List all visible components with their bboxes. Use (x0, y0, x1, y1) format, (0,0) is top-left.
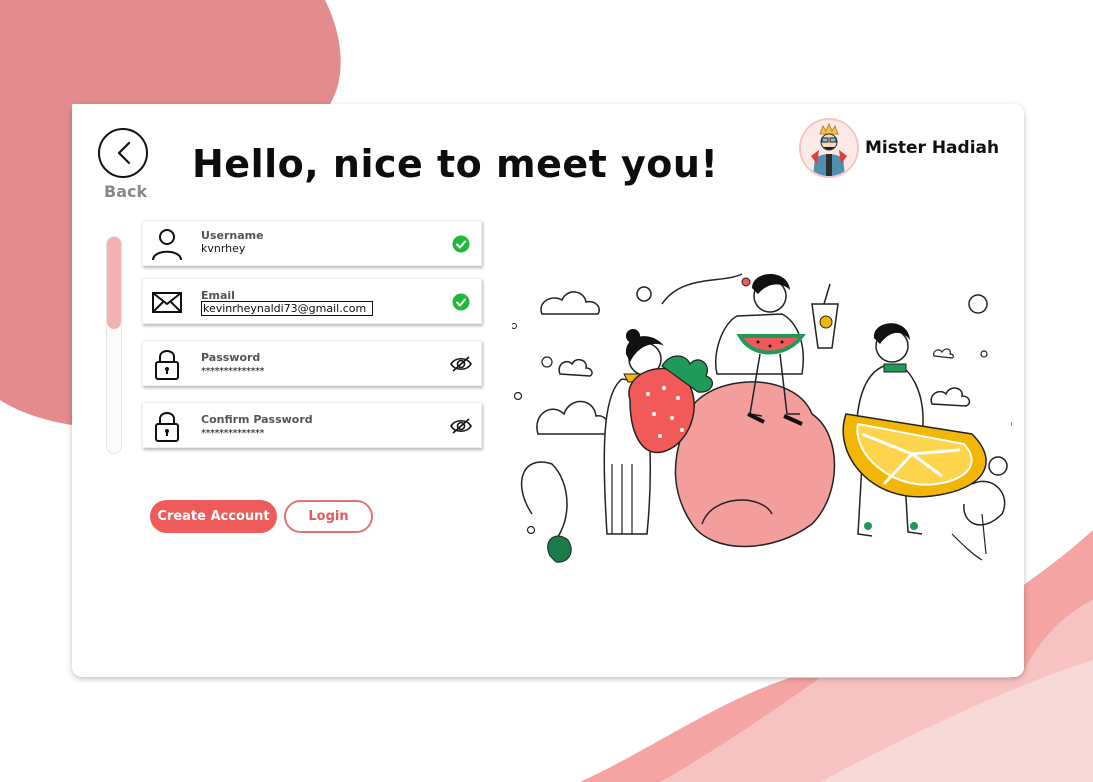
password-input[interactable] (201, 366, 401, 377)
profile[interactable]: Mister Hadiah (799, 117, 999, 179)
back-label: Back (104, 182, 148, 201)
email-input[interactable] (201, 301, 373, 316)
profile-name: Mister Hadiah (865, 138, 1000, 158)
page-title: Hello, nice to meet you! (192, 142, 719, 186)
form-scrollbar[interactable] (106, 236, 122, 454)
eye-off-icon[interactable] (450, 355, 472, 373)
scrollbar-thumb[interactable] (107, 237, 121, 329)
signup-card: Back Hello, nice to meet you! Mister Had… (72, 104, 1024, 677)
back-arrow-icon (98, 128, 148, 178)
eye-off-icon[interactable] (450, 417, 472, 435)
password-label: Password (201, 351, 261, 364)
confirm-password-input[interactable] (201, 428, 401, 439)
back-button[interactable]: Back (98, 128, 154, 204)
lock-icon (155, 412, 179, 442)
king-avatar-icon (799, 118, 859, 178)
lock-icon (155, 350, 179, 380)
friends-fruit-illustration (512, 273, 1012, 563)
password-field[interactable]: Password (142, 340, 482, 386)
envelope-icon (152, 292, 182, 313)
username-label: Username (201, 229, 264, 242)
confirm-password-field[interactable]: Confirm Password (142, 402, 482, 448)
email-field[interactable]: Email (142, 278, 482, 324)
user-icon (152, 229, 182, 261)
login-button[interactable]: Login (284, 500, 373, 533)
check-icon (452, 293, 470, 311)
confirm-password-label: Confirm Password (201, 413, 313, 426)
check-icon (452, 235, 470, 253)
username-input[interactable] (201, 242, 401, 255)
username-field[interactable]: Username (142, 220, 482, 266)
create-account-button[interactable]: Create Account (150, 500, 277, 533)
